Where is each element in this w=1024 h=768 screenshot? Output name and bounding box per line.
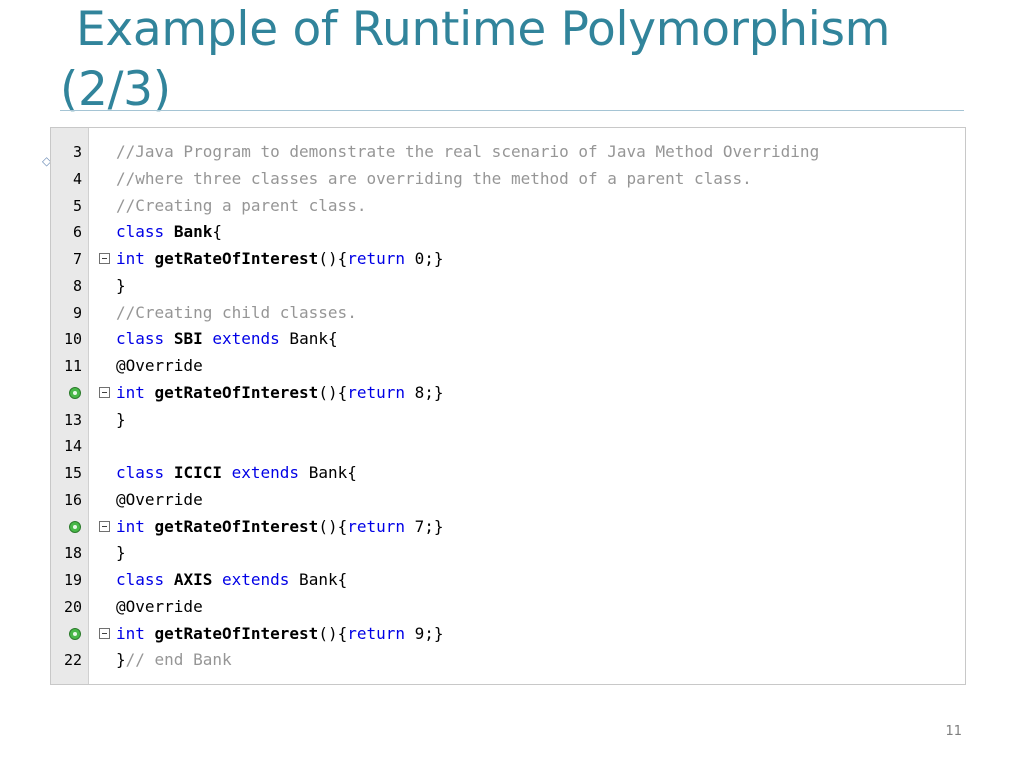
line-number: 14 [63,437,82,456]
code-text: @Override [116,356,203,375]
line-number: 13 [63,410,82,429]
code-text: //Java Program to demonstrate the real s… [116,142,820,161]
code-line: 14 [51,433,965,460]
code-text: class ICICI extends Bank{ [116,463,357,482]
code-text: class SBI extends Bank{ [116,329,338,349]
code-line: 10 class SBI extends Bank{ [51,326,965,353]
code-line: 6 class Bank{ [51,219,965,246]
line-number: 16 [63,490,82,509]
code-line: 22 }// end Bank [51,647,965,674]
code-line: 19 class AXIS extends Bank{ [51,567,965,594]
code-line: 7 int getRateOfInterest(){return 0;} [51,246,965,273]
code-text: } [116,543,126,563]
code-line: 18} [51,540,965,567]
fold-collapse-icon[interactable] [99,253,110,264]
line-number: 3 [72,143,82,161]
line-number: 5 [72,196,82,215]
code-line: 5 //Creating a parent class. [51,193,965,220]
line-number: 7 [72,250,82,268]
slide-title-line2: (2/3) [60,62,171,117]
code-line: 16 @Override [51,487,965,514]
code-text: class AXIS extends Bank{ [116,570,348,589]
code-line: int getRateOfInterest(){return 7;} [51,514,965,541]
fold-collapse-icon[interactable] [99,386,110,398]
code-line: 8} [51,273,965,300]
fold-collapse-icon[interactable] [99,627,110,639]
override-marker-icon[interactable] [69,386,81,399]
override-marker-icon[interactable] [69,520,81,533]
line-number: 20 [63,597,82,616]
code-text: int getRateOfInterest(){return 8;} [116,382,444,402]
line-number: 11 [63,357,82,375]
code-line: int getRateOfInterest(){return 9;} [51,621,965,648]
page-number: 11 [945,724,962,739]
line-number: 9 [72,303,82,322]
code-line: 9 //Creating child classes. [51,300,965,327]
line-number: 15 [63,464,82,482]
code-text: //Creating child classes. [116,302,357,322]
code-line: 4 //where three classes are overriding th… [51,166,965,193]
code-text: int getRateOfInterest(){return 0;} [116,249,444,268]
code-lines: 3 //Java Program to demonstrate the real … [51,139,965,674]
fold-collapse-icon[interactable] [99,520,110,532]
code-text: int getRateOfInterest(){return 9;} [116,623,444,643]
code-line: 20 @Override [51,594,965,621]
code-text: } [116,275,126,295]
code-line: int getRateOfInterest(){return 8;} [51,380,965,407]
code-text: @Override [116,596,203,616]
slide-title-line1: Example of Runtime Polymorphism [76,2,891,57]
override-marker-icon[interactable] [69,627,81,640]
code-editor-screenshot: 3 //Java Program to demonstrate the real … [50,127,966,685]
code-text: //where three classes are overriding the… [116,168,752,188]
code-text: @Override [116,489,203,509]
line-number: 10 [63,330,82,349]
code-text: } [116,409,126,429]
line-number: 6 [72,223,82,242]
code-text: }// end Bank [116,650,232,670]
code-line: 11 @Override [51,353,965,380]
code-line: 3 //Java Program to demonstrate the real … [51,139,965,166]
line-number: 8 [72,276,82,295]
line-number: 4 [72,169,82,188]
line-number: 22 [63,651,82,670]
code-line: 15 class ICICI extends Bank{ [51,460,965,487]
line-number: 19 [63,571,82,589]
code-line: 13} [51,407,965,434]
code-text: class Bank{ [116,222,222,242]
code-text: //Creating a parent class. [116,195,367,215]
title-divider [60,110,964,111]
code-text: int getRateOfInterest(){return 7;} [116,516,444,536]
line-number: 18 [63,544,82,563]
slide-title: Example of Runtime Polymorphism (2/3) [60,0,980,120]
